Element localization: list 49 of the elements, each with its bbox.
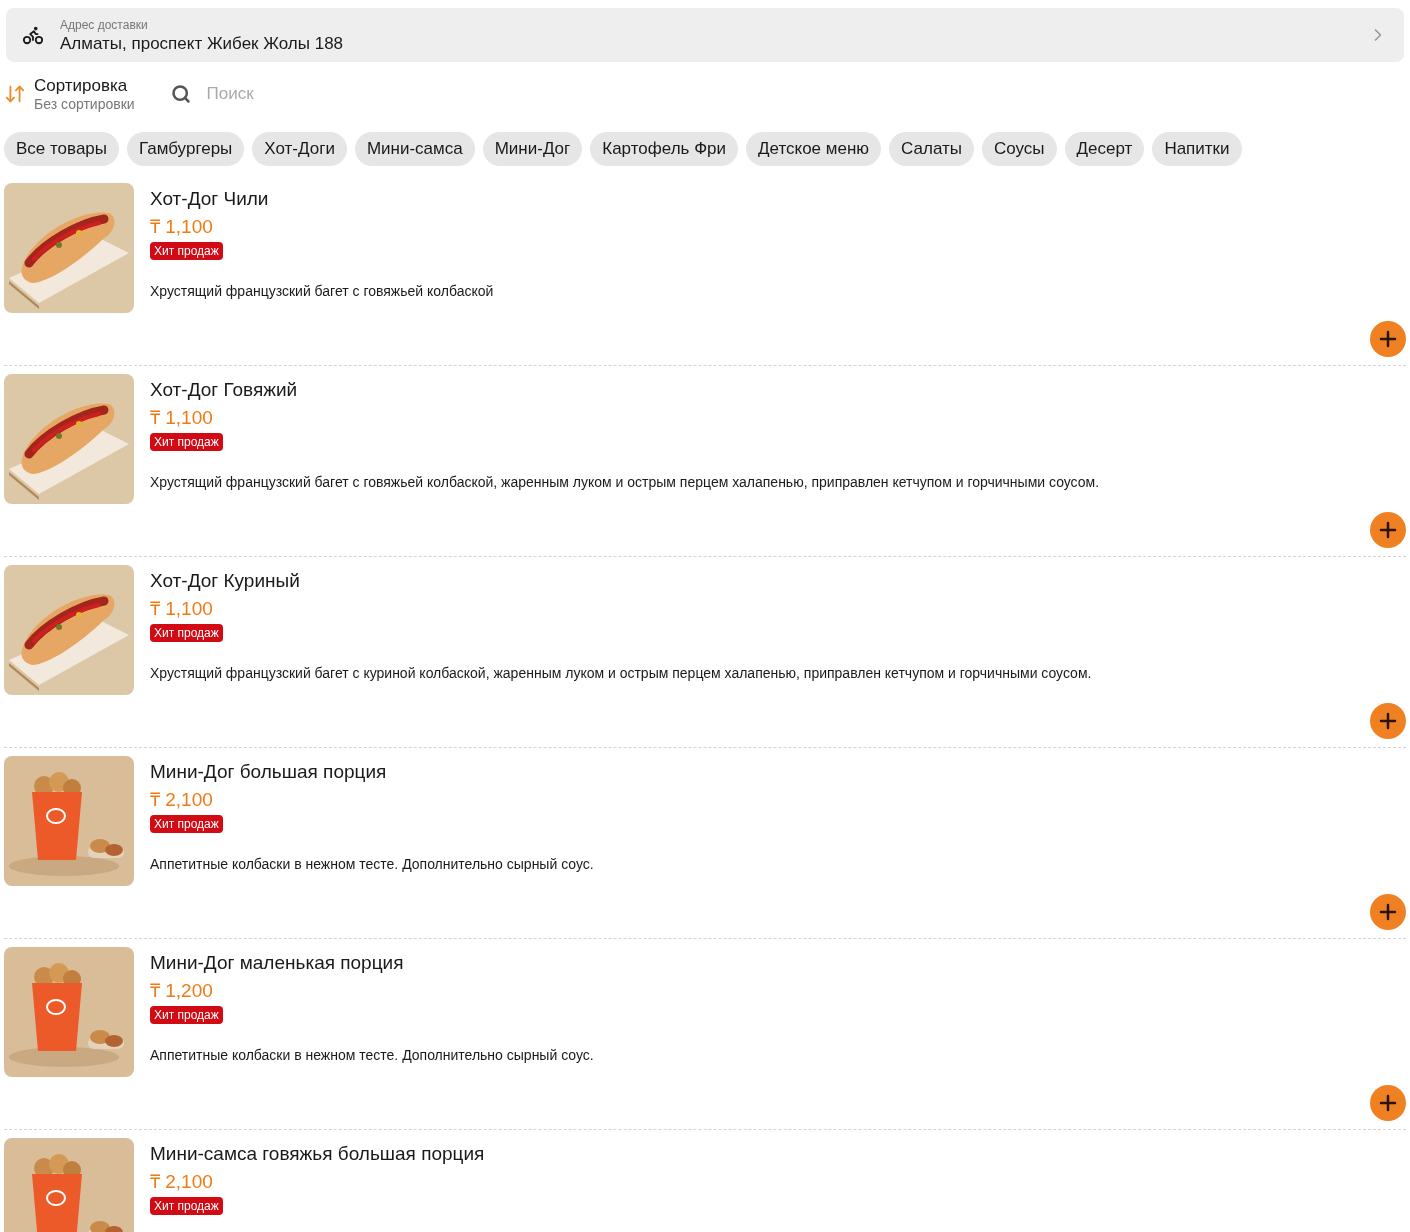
bestseller-badge: Хит продаж: [150, 815, 223, 833]
product-name: Хот-Дог Чили: [150, 187, 270, 211]
product-name: Мини-самса говяжья большая порция: [150, 1142, 486, 1166]
product-description: Хрустящий французский багет с говяжьей колбаской: [150, 282, 495, 301]
category-chip[interactable]: Все товары: [4, 132, 120, 166]
product-description: Аппетитные колбаски в нежном тесте. Дополнительно сырный соус.: [150, 1046, 595, 1065]
sort-icon: [4, 83, 26, 105]
bestseller-badge: Хит продаж: [150, 1197, 223, 1215]
product-price: ₸ 1,100: [150, 215, 214, 239]
sort-value: Без сортировки: [34, 96, 135, 112]
category-chip[interactable]: Мини-Дог: [482, 132, 583, 166]
search-icon: [170, 84, 191, 104]
delivery-address-bar[interactable]: Адрес доставки Алматы, проспект Жибек Жолы 188: [6, 8, 1404, 62]
product-description: Аппетитные колбаски в нежном тесте. Дополнительно сырный соус.: [150, 855, 595, 874]
bestseller-badge: Хит продаж: [150, 242, 223, 260]
product-name: Мини-Дог большая порция: [150, 760, 388, 784]
add-button[interactable]: [1370, 894, 1406, 930]
product-name: Хот-Дог Куриный: [150, 569, 301, 593]
bestseller-badge: Хит продаж: [150, 624, 223, 642]
product-description: Хрустящий французский багет с куриной колбаской, жаренным луком и острым перцем халапенью, приправлен кетчупом и горчичными соусом.: [150, 664, 1093, 683]
product-price: ₸ 1,100: [150, 597, 214, 621]
add-button[interactable]: [1370, 703, 1406, 739]
sort-title: Сортировка: [34, 76, 129, 96]
category-chip[interactable]: Гамбургеры: [127, 132, 245, 166]
category-chip[interactable]: Детское меню: [746, 132, 882, 166]
bestseller-badge: Хит продаж: [150, 1006, 223, 1024]
delivery-address: Алматы, проспект Жибек Жолы 188: [60, 34, 345, 54]
product-price: ₸ 2,100: [150, 788, 214, 812]
category-chip[interactable]: Хот-Доги: [252, 132, 347, 166]
sort-control[interactable]: Сортировка Без сортировки: [4, 76, 135, 112]
search-field[interactable]: Поиск: [206, 81, 507, 107]
add-button[interactable]: [1370, 321, 1406, 357]
product-name: Хот-Дог Говяжий: [150, 378, 299, 402]
category-chip[interactable]: Напитки: [1152, 132, 1242, 166]
category-chip[interactable]: Салаты: [889, 132, 974, 166]
product-price: ₸ 1,200: [150, 979, 214, 1003]
add-button[interactable]: [1370, 512, 1406, 548]
category-chip[interactable]: Картофель Фри: [590, 132, 738, 166]
category-chip[interactable]: Соусы: [982, 132, 1057, 166]
bestseller-badge: Хит продаж: [150, 433, 223, 451]
product-name: Мини-Дог маленькая порция: [150, 951, 405, 975]
product-price: ₸ 1,100: [150, 406, 214, 430]
category-chip[interactable]: Мини-самса: [354, 132, 475, 166]
delivery-label: Адрес доставки: [60, 17, 149, 34]
add-button[interactable]: [1370, 1085, 1406, 1121]
product-price: ₸ 2,100: [150, 1170, 214, 1194]
category-chip[interactable]: Десерт: [1064, 132, 1145, 166]
bicycle-icon: [22, 24, 44, 46]
product-description: Хрустящий французский багет с говяжьей колбаской, жаренным луком и острым перцем халапенью, приправлен кетчупом и горчичными соусом.: [150, 473, 1101, 492]
